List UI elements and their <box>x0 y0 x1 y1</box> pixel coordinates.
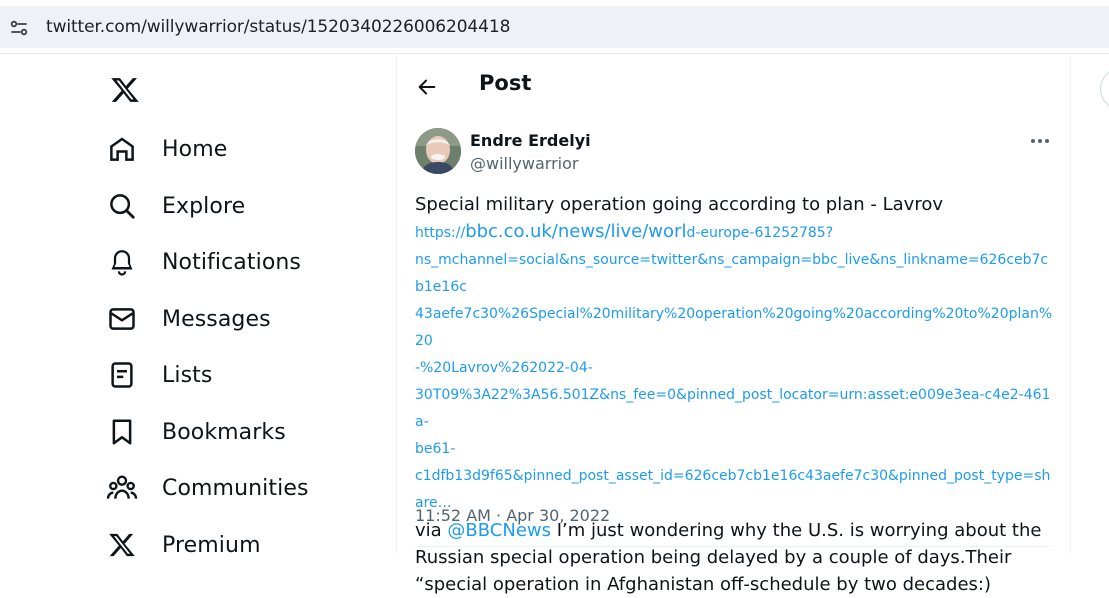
sidebar-item-communities[interactable]: Communities <box>106 468 309 508</box>
post-text-line: Special military operation going accordi… <box>415 194 943 215</box>
x-logo-icon[interactable] <box>110 75 140 105</box>
column-divider <box>1070 55 1071 554</box>
sidebar-item-home[interactable]: Home <box>106 129 227 169</box>
arrow-left-icon <box>418 79 436 95</box>
mail-icon <box>106 303 138 335</box>
sidebar-item-messages[interactable]: Messages <box>106 299 271 339</box>
sidebar-item-label: Bookmarks <box>162 419 286 445</box>
sidebar-item-notifications[interactable]: Notifications <box>106 242 301 282</box>
author-name[interactable]: Endre Erdelyi <box>470 131 591 150</box>
link-part: d-europe-61252785? <box>686 225 834 241</box>
search-icon <box>106 190 138 222</box>
divider <box>415 546 1052 547</box>
browser-address-bar-area: twitter.com/willywarrior/status/15203402… <box>0 0 1109 54</box>
right-sidebar-button[interactable] <box>1100 68 1109 110</box>
post-text-segment: I’m just wondering why the U.S. is worry… <box>551 520 1042 541</box>
bell-icon <box>106 246 138 278</box>
post-text: Special military operation going accordi… <box>415 191 1055 598</box>
link-part: be61- <box>415 441 456 457</box>
link-part: ns_mchannel=social&ns_source=twitter&ns_… <box>415 252 1049 295</box>
page-title: Post <box>479 71 532 95</box>
link-part: -%20Lavrov%262022-04- <box>415 360 593 376</box>
url-text[interactable]: twitter.com/willywarrior/status/15203402… <box>46 17 510 37</box>
x-logo-icon <box>106 529 138 561</box>
sidebar-item-label: Home <box>162 136 228 162</box>
link-part: 30T09%3A22%3A56.501Z&ns_fee=0&pinned_pos… <box>415 387 1051 430</box>
sidebar-nav: Home Explore Notifications Messages List… <box>0 55 396 558</box>
back-button[interactable] <box>413 73 441 101</box>
sidebar-item-label: Explore <box>162 193 246 219</box>
sidebar-item-explore[interactable]: Explore <box>106 186 245 226</box>
sidebar-item-bookmarks[interactable]: Bookmarks <box>106 412 286 452</box>
home-icon <box>106 133 138 165</box>
link-part: c1dfb13d9f65&pinned_post_asset_id=626ceb… <box>415 468 1051 511</box>
sidebar-item-premium[interactable]: Premium <box>106 525 261 565</box>
more-options-button[interactable] <box>1027 131 1053 151</box>
post-text-line: Russian special operation being delayed … <box>415 547 1012 568</box>
avatar[interactable] <box>415 128 461 174</box>
post-text-line: “special operation in Afghanistan off-sc… <box>415 574 992 595</box>
post-timestamp[interactable]: 11:52 AM · Apr 30, 2022 <box>415 506 610 525</box>
people-icon <box>106 472 138 504</box>
sidebar-item-lists[interactable]: Lists <box>106 355 212 395</box>
sidebar-item-label: Messages <box>162 306 271 332</box>
link-part: 43aefe7c30%26Special%20military%20operat… <box>415 306 1053 349</box>
bookmark-icon <box>106 416 138 448</box>
more-icon <box>1031 139 1049 143</box>
sidebar-item-label: Communities <box>162 475 309 501</box>
sidebar-item-label: Notifications <box>162 249 301 275</box>
post-link[interactable]: https://bbc.co.uk/news/live/world-europe… <box>415 218 1055 517</box>
post-detail-column: Post Endre Erdelyi @willywarrior Special… <box>397 55 1070 595</box>
link-domain: bbc.co.uk/news/live/worl <box>465 221 687 242</box>
author-handle[interactable]: @willywarrior <box>470 154 578 173</box>
sidebar-item-label: Lists <box>162 362 213 388</box>
link-prefix: https:// <box>415 225 466 241</box>
list-icon <box>106 359 138 391</box>
site-info-icon[interactable] <box>6 15 32 41</box>
address-bar[interactable]: twitter.com/willywarrior/status/15203402… <box>0 6 1109 48</box>
